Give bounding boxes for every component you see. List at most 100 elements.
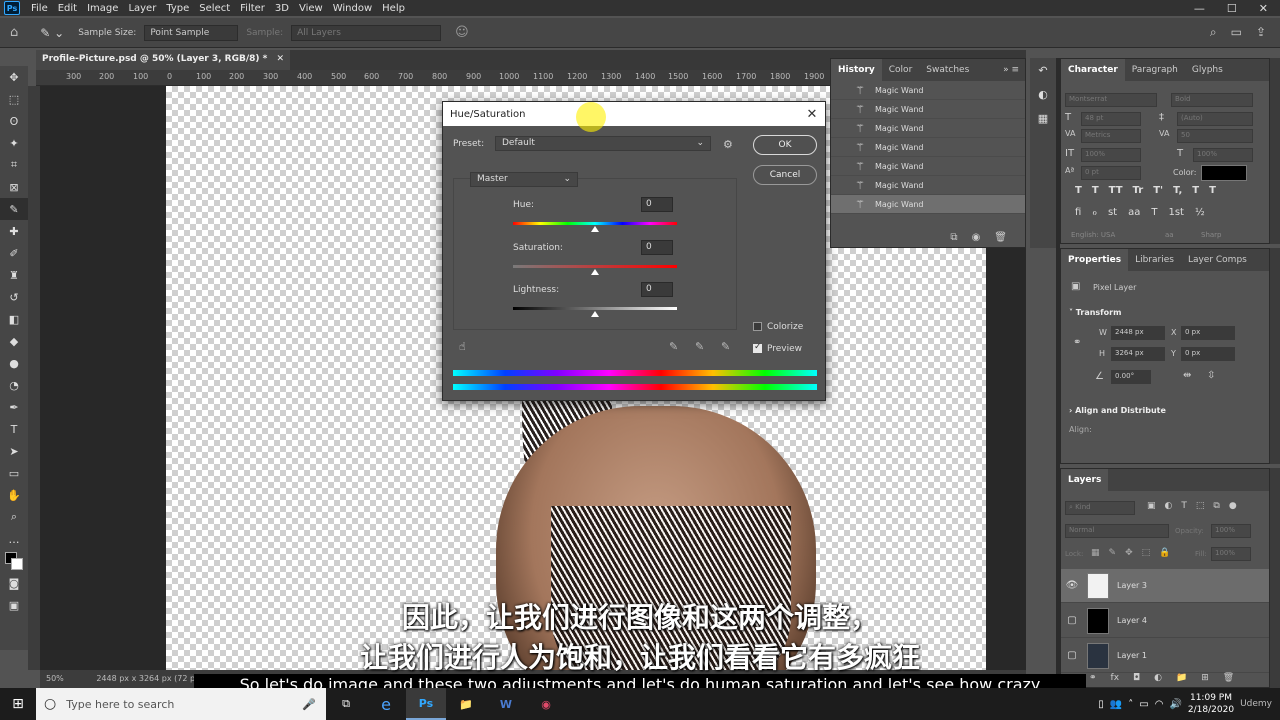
trash-icon[interactable]: 🗑 <box>994 232 1007 243</box>
font-family-select[interactable]: Montserrat <box>1065 93 1157 107</box>
width-input[interactable]: 2448 px <box>1111 326 1165 340</box>
tab-layers[interactable]: Layers <box>1061 469 1109 491</box>
text-color-swatch[interactable] <box>1201 165 1247 181</box>
angle-input[interactable]: 0.00° <box>1111 370 1151 384</box>
grid-panel-icon[interactable]: ▦ <box>1030 106 1056 130</box>
minimize-icon[interactable]: — <box>1194 2 1205 15</box>
baseline-shift-input[interactable]: 0 pt <box>1081 166 1141 180</box>
snapshot-camera-icon[interactable]: ◉ <box>972 232 981 243</box>
link-dimensions-icon[interactable]: ⚭ <box>1073 337 1081 348</box>
tab-character[interactable]: Character <box>1061 59 1125 81</box>
document-tab[interactable]: Profile-Picture.psd @ 50% (Layer 3, RGB/… <box>36 50 291 70</box>
menu-layer[interactable]: Layer <box>123 3 161 14</box>
faux-italic-button[interactable]: T <box>1092 185 1099 196</box>
menu-window[interactable]: Window <box>328 3 377 14</box>
antialias-select[interactable]: Sharp <box>1201 231 1222 239</box>
subscript-button[interactable]: T, <box>1173 185 1182 196</box>
volume-icon[interactable]: 🔊 <box>1169 699 1181 710</box>
pen-tool-icon[interactable]: ✒ <box>0 396 28 418</box>
strikethrough-button[interactable]: T <box>1209 185 1216 196</box>
app-icon[interactable]: ◉ <box>526 688 566 720</box>
eyedropper-tool-icon[interactable]: ✎ ⌄ <box>40 26 64 40</box>
lightness-track[interactable] <box>513 307 677 310</box>
menu-filter[interactable]: Filter <box>235 3 270 14</box>
hue-input[interactable]: 0 <box>641 197 673 212</box>
tab-glyphs[interactable]: Glyphs <box>1185 59 1230 81</box>
all-caps-button[interactable]: TT <box>1109 185 1123 196</box>
x-input[interactable]: 0 px <box>1181 326 1235 340</box>
frame-tool-icon[interactable]: ⊠ <box>0 176 28 198</box>
visibility-eye-icon[interactable]: 👁 <box>1061 580 1083 591</box>
filter-toggle-icon[interactable]: ● <box>1229 501 1237 511</box>
sample-size-select[interactable]: Point Sample <box>144 24 239 41</box>
sample-select[interactable]: All Layers <box>291 24 442 41</box>
history-item[interactable]: ⚚ Magic Wand <box>831 119 1025 138</box>
tab-properties[interactable]: Properties <box>1061 249 1129 271</box>
filter-pixel-icon[interactable]: ▣ <box>1147 501 1156 511</box>
hue-track[interactable] <box>513 222 677 225</box>
contextual-alternates-button[interactable]: ℴ <box>1092 207 1097 218</box>
saturation-thumb[interactable] <box>591 269 599 275</box>
word-icon[interactable]: W <box>486 688 526 720</box>
menu-file[interactable]: File <box>26 3 53 14</box>
history-item[interactable]: ⚚ Magic Wand <box>831 157 1025 176</box>
windows-start-icon[interactable]: ⊞ <box>0 688 36 720</box>
font-style-select[interactable]: Bold <box>1171 93 1253 107</box>
menu-select[interactable]: Select <box>194 3 235 14</box>
zoom-tool-icon[interactable]: ⌕ <box>0 506 28 528</box>
preset-select[interactable]: Default ⌄ <box>495 136 711 151</box>
preview-checkbox[interactable]: Preview <box>753 342 802 354</box>
lock-transparent-icon[interactable]: ▦ <box>1091 548 1100 558</box>
ligatures-button[interactable]: fi <box>1075 207 1081 218</box>
history-panel-icon[interactable]: ↶ <box>1030 58 1056 82</box>
titling-alternates-button[interactable]: T <box>1151 207 1157 218</box>
taskbar-search-input[interactable]: Type here to search <box>66 698 174 711</box>
history-brush-tool-icon[interactable]: ↺ <box>0 286 28 308</box>
edge-browser-icon[interactable]: e <box>366 688 406 720</box>
task-view-icon[interactable]: ⧉ <box>326 688 366 720</box>
lock-artboard-icon[interactable]: ⬚ <box>1142 548 1151 558</box>
type-tool-icon[interactable]: T <box>0 418 28 440</box>
clone-stamp-tool-icon[interactable]: ♜ <box>0 264 28 286</box>
eraser-tool-icon[interactable]: ◧ <box>0 308 28 330</box>
ordinals-button[interactable]: 1st <box>1168 207 1184 218</box>
more-tools-icon[interactable]: … <box>0 528 28 550</box>
saturation-input[interactable]: 0 <box>641 240 673 255</box>
preview-checkbox-box[interactable] <box>753 342 762 353</box>
lasso-tool-icon[interactable]: ʘ <box>0 110 28 132</box>
tab-swatches[interactable]: Swatches <box>919 59 976 81</box>
flip-vertical-icon[interactable]: ⇳ <box>1207 370 1215 381</box>
flip-horizontal-icon[interactable]: ⇹ <box>1183 370 1191 381</box>
menu-image[interactable]: Image <box>82 3 123 14</box>
colorize-checkbox-box[interactable] <box>753 322 762 331</box>
swash-button[interactable]: aa <box>1128 207 1140 218</box>
align-section-title[interactable]: › Align and Distribute <box>1069 406 1166 415</box>
close-tab-icon[interactable]: ✕ <box>277 54 285 64</box>
history-item[interactable]: ⚚ Magic Wand <box>831 195 1025 214</box>
blur-tool-icon[interactable]: ● <box>0 352 28 374</box>
magic-wand-tool-icon[interactable]: ✦ <box>0 132 28 154</box>
crop-tool-icon[interactable]: ⌗ <box>0 154 28 176</box>
workspace-icon[interactable]: ▭ <box>1231 25 1242 40</box>
history-item[interactable]: ⚚ Magic Wand <box>831 138 1025 157</box>
hue-thumb[interactable] <box>591 226 599 232</box>
history-item[interactable]: ⚚ Magic Wand <box>831 176 1025 195</box>
horizontal-scale-input[interactable]: 100% <box>1193 148 1253 162</box>
marquee-tool-icon[interactable]: ⬚ <box>0 88 28 110</box>
battery-icon[interactable]: ▭ <box>1139 699 1148 710</box>
microphone-icon[interactable]: 🎤 <box>302 698 326 711</box>
eyedropper-tool-icon[interactable]: ✎ <box>0 198 28 220</box>
filter-kind-select[interactable]: ⌕ Kind <box>1065 501 1135 515</box>
menu-type[interactable]: Type <box>161 3 194 14</box>
faux-bold-button[interactable]: T <box>1075 185 1082 196</box>
clock[interactable]: 11:09 PM 2/18/2020 <box>1188 692 1234 716</box>
taskbar-search[interactable]: ○ Type here to search 🎤 <box>36 688 326 720</box>
photoshop-taskbar-icon[interactable]: Ps <box>406 688 446 720</box>
wifi-icon[interactable]: ◠ <box>1155 699 1164 710</box>
transform-section-title[interactable]: ˅ Transform <box>1069 308 1121 317</box>
menu-help[interactable]: Help <box>377 3 410 14</box>
eyedropper-icon[interactable]: ✎ <box>669 340 678 353</box>
fractions-button[interactable]: ½ <box>1195 207 1205 218</box>
tracking-input[interactable]: 50 <box>1177 129 1253 143</box>
shape-tool-icon[interactable]: ▭ <box>0 462 28 484</box>
